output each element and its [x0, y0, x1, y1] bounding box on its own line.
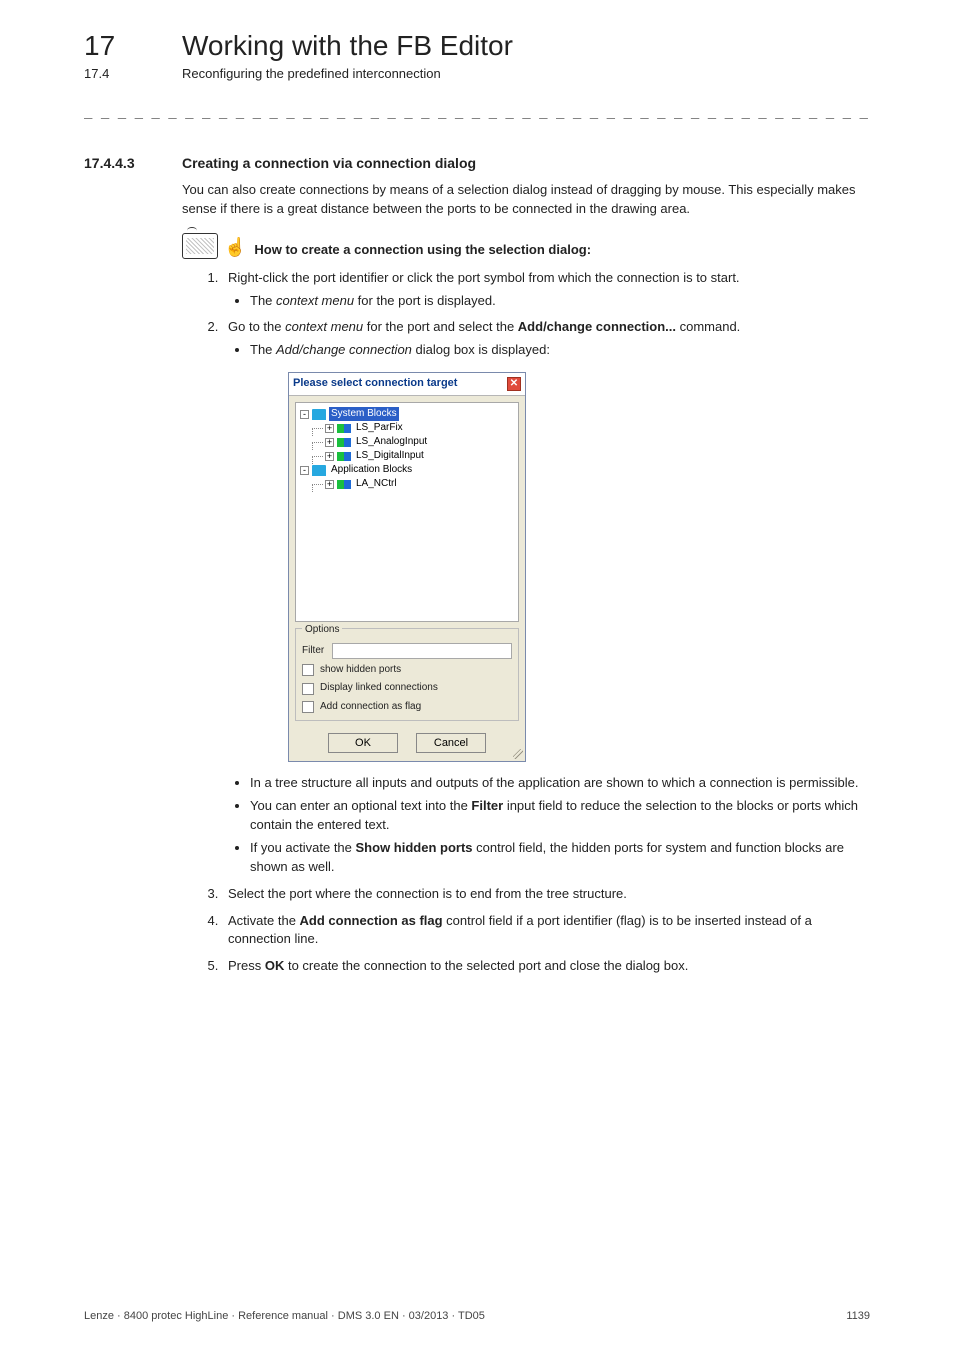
subsection-number: 17.4: [84, 66, 182, 81]
expand-icon[interactable]: +: [325, 452, 334, 461]
options-legend: Options: [302, 623, 342, 638]
cancel-button[interactable]: Cancel: [416, 733, 486, 753]
footer-left: Lenze · 8400 protec HighLine · Reference…: [84, 1310, 485, 1322]
tree-node[interactable]: LS_DigitalInput: [354, 449, 426, 464]
checkbox-add-as-flag[interactable]: [302, 701, 314, 713]
expand-icon[interactable]: +: [325, 424, 334, 433]
block-icon: [337, 438, 351, 447]
filter-label: Filter: [302, 644, 332, 659]
steps-list: Right-click the port identifier or click…: [182, 269, 870, 976]
step-3: Select the port where the connection is …: [222, 885, 870, 904]
divider-rule: _ _ _ _ _ _ _ _ _ _ _ _ _ _ _ _ _ _ _ _ …: [84, 103, 870, 119]
options-group: Options Filter show hidden ports Display…: [295, 628, 519, 721]
tree-view[interactable]: - System Blocks + LS_ParFix +: [295, 402, 519, 622]
step-2-note-dialog: The Add/change connection dialog box is …: [250, 341, 870, 360]
resize-grip-icon[interactable]: [513, 749, 523, 759]
collapse-icon[interactable]: -: [300, 466, 309, 475]
connection-target-dialog: Please select connection target ✕ - Syst…: [288, 372, 526, 762]
page-number: 1139: [846, 1310, 870, 1322]
tree-node-system-blocks[interactable]: System Blocks: [329, 407, 399, 422]
step-4: Activate the Add connection as flag cont…: [222, 912, 870, 950]
section-title: Creating a connection via connection dia…: [182, 155, 476, 171]
checkbox-label: show hidden ports: [320, 663, 401, 678]
subsection-title: Reconfiguring the predefined interconnec…: [182, 66, 441, 81]
chapter-title: Working with the FB Editor: [182, 30, 513, 62]
ok-button[interactable]: OK: [328, 733, 398, 753]
expand-icon[interactable]: +: [325, 438, 334, 447]
block-icon: [337, 480, 351, 489]
hand-icon: ☝: [224, 235, 246, 259]
step-2-note-hidden: If you activate the Show hidden ports co…: [250, 839, 870, 877]
dialog-title-text: Please select connection target: [293, 376, 457, 392]
howto-heading: How to create a connection using the sel…: [254, 242, 591, 259]
chapter-number: 17: [84, 30, 182, 62]
step-5: Press OK to create the connection to the…: [222, 957, 870, 976]
checkbox-label: Add connection as flag: [320, 700, 421, 715]
tree-node[interactable]: LS_ParFix: [354, 421, 405, 436]
folder-icon: [312, 409, 326, 420]
close-icon[interactable]: ✕: [507, 377, 521, 391]
tree-node[interactable]: LA_NCtrl: [354, 477, 399, 492]
collapse-icon[interactable]: -: [300, 410, 309, 419]
step-2-note-filter: You can enter an optional text into the …: [250, 797, 870, 835]
procedure-icon: [182, 233, 218, 259]
checkbox-show-hidden-ports[interactable]: [302, 664, 314, 676]
step-1-note: The context menu for the port is display…: [250, 292, 870, 311]
step-2-note-tree: In a tree structure all inputs and outpu…: [250, 774, 870, 793]
expand-icon[interactable]: +: [325, 480, 334, 489]
step-2: Go to the context menu for the port and …: [222, 318, 870, 876]
folder-icon: [312, 465, 326, 476]
section-number: 17.4.4.3: [84, 155, 182, 171]
tree-node-application-blocks[interactable]: Application Blocks: [329, 463, 414, 478]
section-intro: You can also create connections by means…: [182, 181, 870, 219]
tree-node[interactable]: LS_AnalogInput: [354, 435, 429, 450]
filter-input[interactable]: [332, 643, 512, 659]
checkbox-label: Display linked connections: [320, 681, 438, 696]
block-icon: [337, 424, 351, 433]
step-1: Right-click the port identifier or click…: [222, 269, 870, 311]
dialog-titlebar: Please select connection target ✕: [289, 373, 525, 396]
checkbox-display-linked[interactable]: [302, 683, 314, 695]
block-icon: [337, 452, 351, 461]
